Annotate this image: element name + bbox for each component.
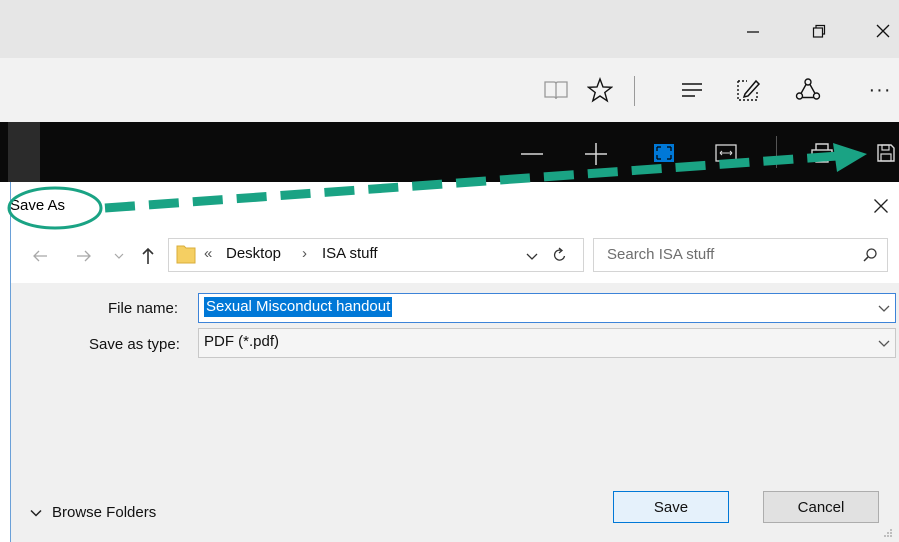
- refresh-button[interactable]: [552, 247, 568, 263]
- address-dropdown-button[interactable]: [524, 248, 540, 264]
- pdf-sidebar-strip: [8, 122, 40, 182]
- arrow-right-icon: [77, 250, 91, 262]
- dialog-close-button[interactable]: [866, 192, 896, 220]
- print-button[interactable]: [804, 136, 840, 170]
- print-icon: [811, 143, 833, 163]
- file-name-value[interactable]: Sexual Misconduct handout: [204, 297, 393, 317]
- fit-page-icon: [654, 144, 674, 162]
- folder-icon: [176, 243, 196, 265]
- toolbar-separator: [634, 76, 635, 106]
- restore-icon: [812, 24, 826, 38]
- save-pdf-button[interactable]: [868, 136, 899, 170]
- favorites-button[interactable]: [580, 72, 620, 108]
- chevron-down-icon: [878, 340, 890, 347]
- more-button[interactable]: ···: [860, 72, 899, 108]
- fit-page-button[interactable]: [646, 136, 682, 170]
- reading-view-button[interactable]: [536, 72, 576, 108]
- chevron-down-icon: [114, 253, 124, 259]
- web-note-icon: [737, 79, 761, 101]
- fit-width-button[interactable]: [708, 136, 744, 170]
- minimize-button[interactable]: [730, 12, 776, 50]
- pdf-toolbar-separator: [776, 136, 777, 168]
- zoom-in-icon: [585, 143, 607, 165]
- title-bar: [0, 0, 899, 58]
- save-type-dropdown[interactable]: [876, 335, 892, 351]
- recent-locations-button[interactable]: [112, 244, 126, 268]
- web-note-button[interactable]: [728, 72, 768, 108]
- minimize-icon: [747, 31, 759, 33]
- save-icon: [877, 144, 895, 162]
- close-window-button[interactable]: [860, 12, 899, 50]
- arrow-up-icon: [142, 247, 154, 264]
- zoom-out-icon: [521, 153, 543, 155]
- breadcrumb-separator: ›: [302, 245, 307, 262]
- resize-grip[interactable]: [883, 528, 893, 538]
- hub-button[interactable]: [672, 72, 712, 108]
- breadcrumb-isa-stuff[interactable]: ISA stuff: [322, 245, 378, 262]
- pdf-toolbar: [0, 122, 899, 182]
- zoom-out-button[interactable]: [514, 136, 550, 170]
- restore-button[interactable]: [796, 12, 842, 50]
- arrow-left-icon: [33, 250, 47, 262]
- resize-grip-icon: [884, 529, 892, 537]
- up-button[interactable]: [138, 244, 158, 268]
- favorites-star-icon: [587, 77, 613, 103]
- close-icon: [876, 24, 890, 38]
- refresh-icon: [553, 247, 566, 261]
- search-button[interactable]: [862, 247, 878, 263]
- file-name-label: File name:: [108, 300, 179, 317]
- file-name-dropdown[interactable]: [876, 300, 892, 316]
- chevron-down-icon: [30, 509, 42, 517]
- fit-width-icon: [715, 144, 737, 162]
- back-button[interactable]: [30, 244, 50, 268]
- save-button[interactable]: Save: [613, 491, 729, 523]
- share-button[interactable]: [788, 72, 828, 108]
- search-placeholder: Search ISA stuff: [607, 246, 715, 263]
- zoom-in-button[interactable]: [578, 136, 614, 170]
- forward-button[interactable]: [74, 244, 94, 268]
- breadcrumb-overflow[interactable]: «: [204, 245, 212, 262]
- dialog-footer: [11, 433, 899, 542]
- search-icon: [863, 248, 877, 262]
- save-type-label: Save as type:: [89, 336, 180, 353]
- hub-icon: [682, 83, 702, 97]
- chevron-down-icon: [526, 253, 538, 260]
- reading-view-icon: [544, 81, 568, 100]
- dialog-title: Save As: [10, 197, 66, 214]
- save-type-value: PDF (*.pdf): [204, 333, 280, 350]
- browse-folders-label: Browse Folders: [52, 504, 157, 521]
- cancel-button[interactable]: Cancel: [763, 491, 879, 523]
- browser-toolbar: ···: [0, 58, 899, 122]
- close-icon: [874, 199, 888, 213]
- browse-folders-toggle[interactable]: Browse Folders: [30, 504, 156, 521]
- chevron-down-icon: [878, 305, 890, 312]
- share-icon: [795, 78, 821, 100]
- save-type-select[interactable]: [198, 328, 896, 358]
- more-icon: ···: [868, 78, 892, 101]
- breadcrumb-desktop[interactable]: Desktop: [226, 245, 281, 262]
